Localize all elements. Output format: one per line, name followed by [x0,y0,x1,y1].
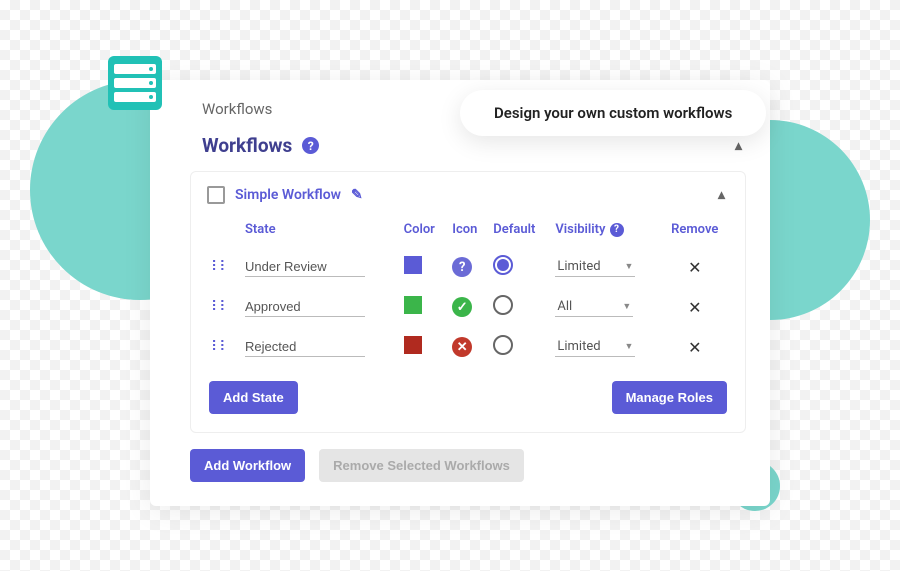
workflow-panel: Simple Workflow ✎ ▴ State Color Icon Def… [190,171,746,433]
help-icon[interactable]: ? [610,223,624,237]
visibility-select[interactable]: All▼ [555,297,633,317]
states-table: State Color Icon Default Visibility ? Re… [207,216,729,367]
drag-handle-icon[interactable]: ⠇⠇ [211,299,228,315]
close-icon[interactable]: ✕ [688,338,701,357]
workflows-card: Workflows Workflows ? ▴ Simple Workflow … [150,80,770,506]
manage-roles-button[interactable]: Manage Roles [612,381,727,414]
default-radio[interactable] [493,255,513,275]
chevron-up-icon[interactable]: ▴ [735,138,742,154]
help-icon[interactable]: ? [452,257,472,277]
check-icon[interactable]: ✓ [452,297,472,317]
state-input[interactable] [245,337,365,357]
default-radio[interactable] [493,335,513,355]
server-icon [108,56,162,110]
close-icon[interactable]: ✕ [688,298,701,317]
drag-handle-icon[interactable]: ⠇⠇ [211,259,228,275]
help-icon[interactable]: ? [302,137,319,154]
section-header[interactable]: Workflows ? ▴ [202,134,746,157]
color-swatch[interactable] [404,256,422,274]
col-visibility: Visibility [555,222,605,237]
state-input[interactable] [245,297,365,317]
default-radio[interactable] [493,295,513,315]
add-workflow-button[interactable]: Add Workflow [190,449,305,482]
color-swatch[interactable] [404,296,422,314]
x-icon[interactable]: ✕ [452,337,472,357]
state-input[interactable] [245,257,365,277]
color-swatch[interactable] [404,336,422,354]
visibility-select[interactable]: Limited▼ [555,337,635,357]
visibility-select[interactable]: Limited▼ [555,257,635,277]
table-row: ⠇⠇? Limited▼ ✕ [207,247,729,287]
col-state: State [241,216,400,247]
chevron-up-icon[interactable]: ▴ [718,187,725,203]
table-row: ⠇⠇ ✕ Limited▼ ✕ [207,327,729,367]
remove-workflows-button[interactable]: Remove Selected Workflows [319,449,524,482]
col-remove: Remove [661,216,729,247]
pencil-icon[interactable]: ✎ [351,187,363,203]
col-default: Default [489,216,551,247]
workflow-checkbox[interactable] [207,186,225,204]
drag-handle-icon[interactable]: ⠇⠇ [211,339,228,355]
section-title: Workflows [202,134,292,157]
workflow-name: Simple Workflow [235,187,341,203]
col-color: Color [400,216,449,247]
callout-banner: Design your own custom workflows [460,90,766,136]
col-icon: Icon [448,216,489,247]
table-row: ⠇⠇ ✓ All▼ ✕ [207,287,729,327]
add-state-button[interactable]: Add State [209,381,298,414]
close-icon[interactable]: ✕ [688,258,701,277]
